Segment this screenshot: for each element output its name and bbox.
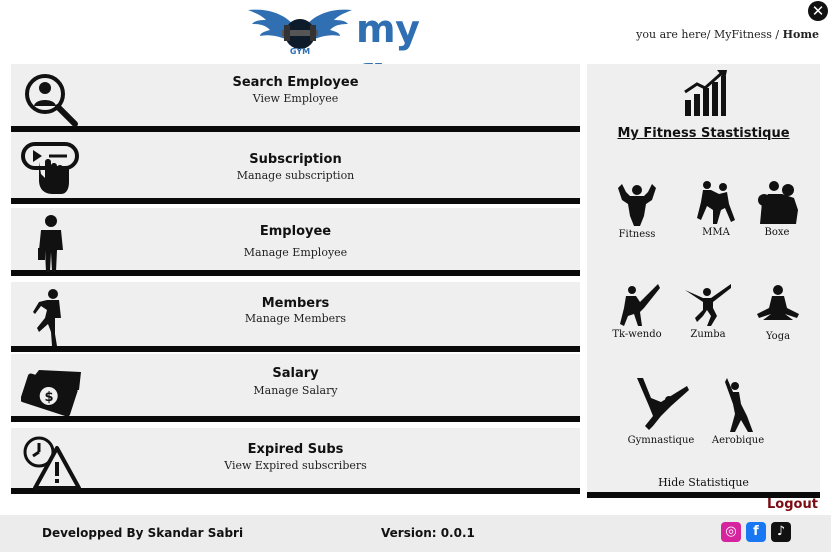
aerobics-stretch-icon (725, 378, 753, 432)
yoga-lotus-icon (757, 285, 799, 320)
menu-subtitle: Manage Salary (253, 384, 338, 397)
sport-label: Aerobique (711, 435, 765, 446)
sport-label: Tk-wendo (612, 329, 662, 340)
sport-label: Fitness (618, 229, 656, 240)
boxer-icon (758, 181, 798, 224)
menu-subtitle: View Employee (252, 92, 339, 105)
menu-subtitle: Manage subscription (236, 169, 355, 182)
menu-title: Salary (272, 366, 319, 381)
sport-aerobique[interactable]: Aerobique (703, 376, 773, 446)
menu-subtitle: Manage Members (244, 312, 347, 325)
menu-card-salary[interactable]: $ Salary Manage Salary (11, 354, 580, 422)
breadcrumb-current: Home (782, 28, 819, 41)
menu-card-employee[interactable]: Employee Manage Employee (11, 208, 580, 276)
employee-icon (38, 215, 63, 272)
facebook-icon[interactable]: f (746, 522, 766, 542)
sport-boxe[interactable]: Boxe (742, 180, 812, 238)
footer: Developped By Skandar Sabri Version: 0.0… (0, 515, 831, 552)
menu-title: Members (261, 296, 330, 311)
version-label: Version: 0.0.1 (381, 526, 475, 540)
menu-subtitle: View Expired subscribers (224, 459, 367, 472)
close-button[interactable]: ✕ (808, 1, 828, 21)
breadcrumb-prefix: you are here/ (636, 28, 711, 41)
menu-title: Expired Subs (247, 442, 344, 457)
taekwondo-kick-icon (620, 284, 660, 326)
breadcrumb: you are here/ MyFitness / Home (636, 28, 819, 41)
instagram-icon[interactable]: ◎ (721, 522, 741, 542)
sport-zumba[interactable]: Zumba (673, 282, 743, 340)
dancer-icon (685, 284, 731, 326)
sport-label: Zumba (690, 329, 726, 340)
statistics-title[interactable]: My Fitness Stastistique (587, 126, 820, 141)
tiktok-icon[interactable]: ♪ (771, 522, 791, 542)
svg-text:GYM: GYM (290, 47, 310, 56)
sport-label: Yoga (765, 331, 791, 342)
sport-gymnastique[interactable]: Gymnastique (626, 376, 696, 446)
subscription-icon (21, 142, 79, 194)
wings-logo-icon: GYM (248, 9, 352, 56)
menu-card-subscription[interactable]: Subscription Manage subscription (11, 132, 580, 204)
sport-mma[interactable]: MMA (681, 180, 751, 238)
sport-yoga[interactable]: Yoga (743, 284, 813, 342)
hide-statistics-button[interactable]: Hide Statistique (587, 476, 820, 489)
logout-button[interactable]: Logout (767, 497, 818, 512)
sport-fitness[interactable]: Fitness (602, 182, 672, 240)
growth-chart-icon (684, 70, 727, 116)
sport-tk-wendo[interactable]: Tk-wendo (602, 282, 672, 340)
breadcrumb-app[interactable]: MyFitness (714, 28, 772, 41)
sport-label: MMA (702, 227, 730, 238)
breadcrumb-separator: / (775, 28, 780, 41)
sport-label: Boxe (764, 227, 790, 238)
mma-fighters-icon (697, 181, 735, 224)
menu-title: Employee (259, 224, 332, 239)
menu-card-search-employee[interactable]: Search Employee View Employee (11, 64, 580, 132)
menu-title: Subscription (249, 152, 342, 167)
gymnast-icon (637, 378, 689, 430)
sport-label: Gymnastique (627, 435, 695, 446)
menu-card-expired-subs[interactable]: Expired Subs View Expired subscribers (11, 428, 580, 494)
menu-title: Search Employee (232, 75, 359, 90)
statistics-panel: My Fitness Stastistique Fitness MMA Boxe (587, 64, 820, 498)
menu-subtitle: Manage Employee (243, 246, 348, 259)
developer-credit: Developped By Skandar Sabri (42, 526, 244, 540)
bodybuilder-icon (618, 184, 656, 226)
menu-card-members[interactable]: Members Manage Members (11, 282, 580, 352)
app-logo: GYM my fitness (248, 4, 520, 101)
